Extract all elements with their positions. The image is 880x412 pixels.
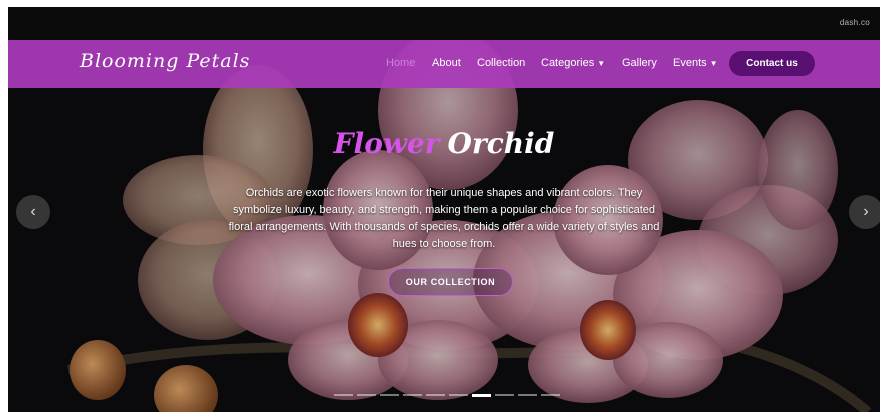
nav-home[interactable]: Home <box>386 57 415 69</box>
hero-title-accent: Flower <box>333 127 440 160</box>
chevron-down-icon: ▼ <box>709 59 718 68</box>
carousel-indicator[interactable] <box>518 394 537 396</box>
carousel-indicator[interactable] <box>541 394 560 396</box>
nav-events-label: Events <box>673 57 707 69</box>
carousel-indicator[interactable] <box>449 394 468 396</box>
carousel-next-button[interactable]: › <box>849 195 880 229</box>
top-strip: dash.co <box>8 7 880 40</box>
nav-collection[interactable]: Collection <box>477 57 525 69</box>
nav-events[interactable]: Events ▼ <box>673 57 718 69</box>
carousel-indicator[interactable] <box>403 394 422 396</box>
hero-title-main: Orchid <box>447 127 555 160</box>
carousel-indicator[interactable] <box>426 394 445 396</box>
nav-categories[interactable]: Categories ▼ <box>541 57 605 69</box>
carousel-indicator[interactable] <box>380 394 399 396</box>
carousel-indicators <box>334 394 566 398</box>
hero-title: Flower Orchid <box>8 127 880 160</box>
page-frame: dash.co Blooming Petals Home About Colle… <box>8 7 880 412</box>
top-strip-text: dash.co <box>839 18 870 27</box>
chevron-left-icon: ‹ <box>30 203 36 220</box>
brand-logo[interactable]: Blooming Petals <box>80 50 250 72</box>
nav-categories-label: Categories <box>541 57 595 69</box>
hero-description: Orchids are exotic flowers known for the… <box>228 187 660 250</box>
navbar: Blooming Petals Home About Collection Ca… <box>8 40 880 88</box>
chevron-right-icon: › <box>863 203 869 220</box>
carousel-indicator[interactable] <box>472 394 491 397</box>
carousel-indicator[interactable] <box>334 394 353 396</box>
chevron-down-icon: ▼ <box>597 59 606 68</box>
nav-gallery[interactable]: Gallery <box>622 57 657 69</box>
carousel-indicator[interactable] <box>495 394 514 396</box>
our-collection-button[interactable]: OUR COLLECTION <box>388 268 513 296</box>
carousel-indicator[interactable] <box>357 394 376 396</box>
nav-about[interactable]: About <box>432 57 461 69</box>
carousel-prev-button[interactable]: ‹ <box>16 195 50 229</box>
contact-button[interactable]: Contact us <box>729 51 815 76</box>
